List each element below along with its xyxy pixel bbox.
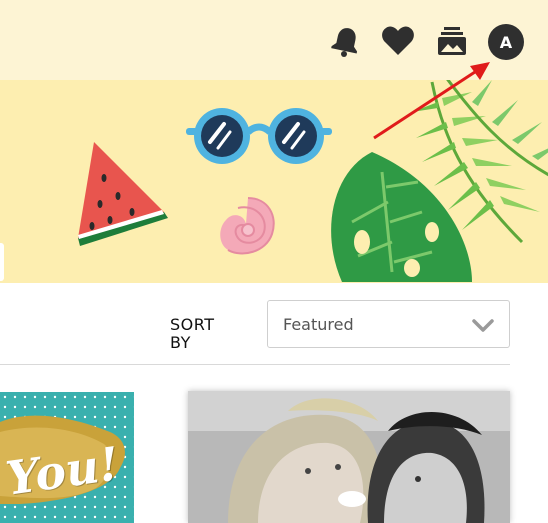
- sort-by-label: SORT BY: [170, 315, 215, 352]
- chevron-down-icon: [472, 319, 494, 332]
- sort-dropdown[interactable]: Featured: [267, 300, 510, 348]
- annotation-arrow: [373, 62, 490, 140]
- favorites-button[interactable]: [379, 22, 417, 60]
- watermelon-icon: [78, 142, 168, 246]
- seashell-icon: [220, 197, 275, 255]
- couple-photo: [188, 391, 510, 523]
- account-avatar-button[interactable]: A: [488, 24, 524, 60]
- bell-icon: [331, 28, 358, 57]
- notifications-button[interactable]: [327, 22, 365, 60]
- product-card[interactable]: You!: [0, 392, 134, 523]
- gallery-button[interactable]: [433, 22, 471, 60]
- section-divider: [0, 364, 510, 365]
- sunglasses-icon: [186, 108, 332, 164]
- banner-side-tab[interactable]: [0, 243, 4, 281]
- product-card[interactable]: [188, 391, 510, 523]
- gallery-icon: [438, 27, 466, 55]
- sort-selected-value: Featured: [283, 315, 354, 334]
- heart-icon: [382, 26, 414, 55]
